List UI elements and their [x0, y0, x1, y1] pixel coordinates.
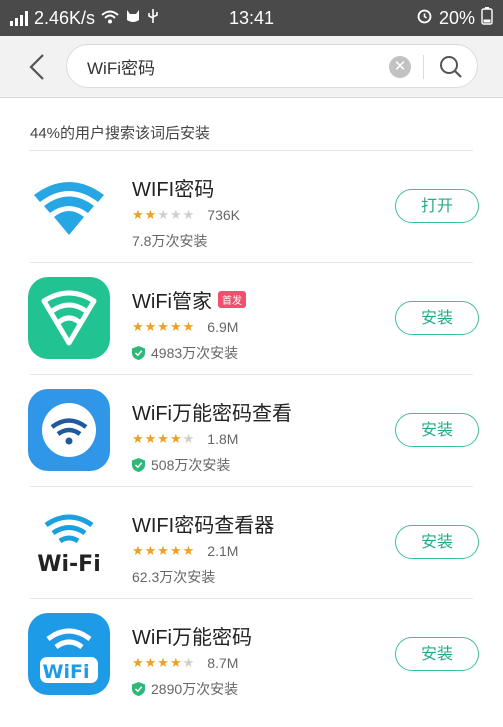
- app-size: 8.7M: [207, 655, 239, 671]
- app-name: WIFI密码查看器: [132, 515, 275, 537]
- install-button[interactable]: 安装: [395, 413, 479, 447]
- rating-stars: ★★★★★: [132, 207, 196, 222]
- install-hint: 44%的用户搜索该词后安装: [30, 125, 211, 142]
- wifi-logo-icon: Wi-Fi: [28, 501, 110, 583]
- app-meta: ★★★★★ 6.9M: [132, 319, 238, 335]
- rating-stars: ★★★★★: [132, 655, 196, 670]
- app-row[interactable]: Wi-Fi WIFI密码查看器 ★★★★★ 2.1M 62.3万次安装 安装: [0, 487, 503, 599]
- app-row[interactable]: WIFI密码 ★★★★★ 736K 7.8万次安装 打开: [0, 151, 503, 263]
- app-meta: ★★★★★ 1.8M: [132, 431, 238, 447]
- app-name: WiFi万能密码: [132, 627, 252, 649]
- app-row[interactable]: WiFi万能密码查看 ★★★★★ 1.8M 508万次安装 安装: [0, 375, 503, 487]
- debut-badge: 首发: [217, 291, 246, 308]
- signal-icon: [10, 10, 28, 26]
- svg-text:Wi-Fi: Wi-Fi: [37, 552, 101, 577]
- app-installs: 7.8万次安装: [132, 233, 208, 249]
- search-divider: [423, 55, 424, 79]
- search-input[interactable]: [87, 56, 377, 76]
- install-button[interactable]: 安装: [395, 637, 479, 671]
- wifi-status-icon: [101, 8, 119, 29]
- status-bar: 2.46K/s 13:41 20%: [0, 0, 503, 36]
- search-results: 44%的用户搜索该词后安装 WIFI密码 ★★★★★ 736K 7.8万次安装 …: [0, 98, 503, 727]
- app-size: 736K: [207, 207, 240, 223]
- battery-icon: [481, 6, 493, 30]
- clear-search-button[interactable]: ✕: [389, 56, 411, 78]
- back-button[interactable]: [22, 50, 52, 84]
- app-meta: ★★★★★ 736K: [132, 207, 240, 223]
- battery-level: 20%: [438, 7, 475, 28]
- search-button[interactable]: [437, 53, 465, 81]
- alarm-icon: [416, 7, 433, 29]
- svg-text:WiFi: WiFi: [43, 661, 90, 683]
- search-box[interactable]: ✕: [66, 44, 478, 88]
- network-speed: 2.46K/s: [34, 7, 96, 28]
- app-installs: 4983万次安装: [132, 343, 238, 363]
- wifi-signal-icon: [28, 165, 110, 247]
- chevron-left-icon: [29, 54, 44, 80]
- app-size: 6.9M: [207, 319, 239, 335]
- app-name: WIFI密码: [132, 179, 215, 201]
- wifi-circle-icon: [28, 389, 110, 471]
- cat-notification-icon: [125, 8, 141, 29]
- app-meta: ★★★★★ 8.7M: [132, 655, 238, 671]
- install-button[interactable]: 安装: [395, 301, 479, 335]
- wifi-shield-icon: [28, 277, 110, 359]
- verified-shield-icon: [132, 346, 145, 360]
- open-button[interactable]: 打开: [395, 189, 479, 223]
- search-header: ✕: [0, 36, 503, 98]
- wifi-key-icon: WiFi: [28, 613, 110, 695]
- app-row[interactable]: WiFi管家 首发 ★★★★★ 6.9M 4983万次安装 安装: [0, 263, 503, 375]
- app-size: 2.1M: [207, 543, 239, 559]
- rating-stars: ★★★★★: [132, 319, 196, 334]
- app-installs: 62.3万次安装: [132, 569, 216, 585]
- app-name: WiFi管家 首发: [132, 285, 246, 314]
- search-icon: [440, 56, 462, 78]
- app-installs: 508万次安装: [132, 455, 230, 475]
- verified-shield-icon: [132, 682, 145, 696]
- app-name: WiFi万能密码查看: [132, 403, 292, 425]
- rating-stars: ★★★★★: [132, 543, 196, 558]
- verified-shield-icon: [132, 458, 145, 472]
- app-meta: ★★★★★ 2.1M: [132, 543, 238, 559]
- app-row[interactable]: WiFi WiFi万能密码 ★★★★★ 8.7M 2890万次安装 安装: [0, 599, 503, 711]
- usb-icon: [147, 8, 159, 29]
- install-button[interactable]: 安装: [395, 525, 479, 559]
- app-installs: 2890万次安装: [132, 679, 238, 699]
- app-size: 1.8M: [207, 431, 239, 447]
- rating-stars: ★★★★★: [132, 431, 196, 446]
